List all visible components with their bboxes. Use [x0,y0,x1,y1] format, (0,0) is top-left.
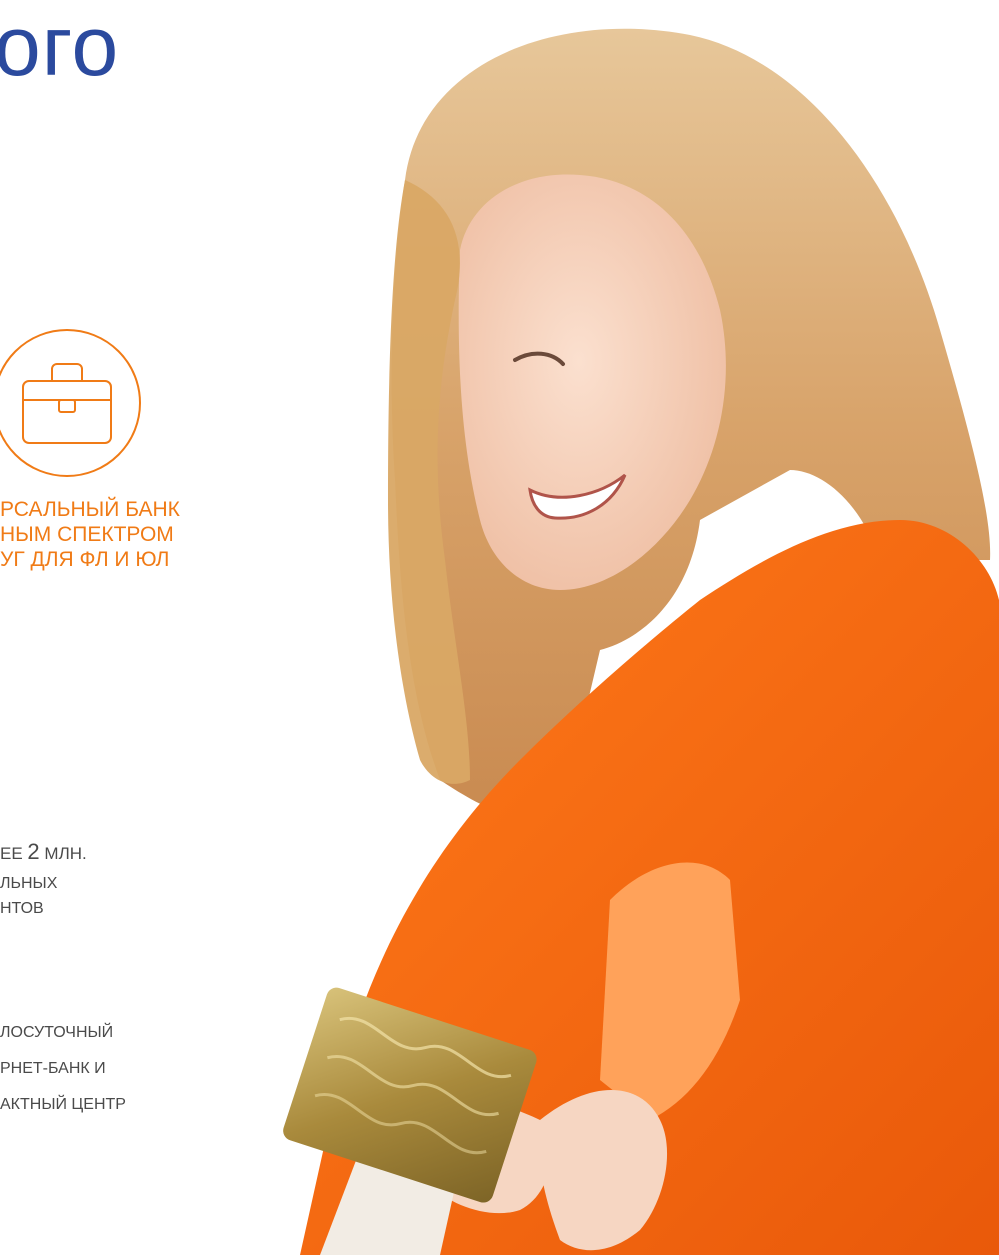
stat-line: лосуточный [0,1024,114,1041]
stat-number: 2 [27,839,40,864]
stat-support: лосуточный рнет-банк и актный центр [0,1015,126,1123]
stat-clients: ее 2 млн. льных нтов [0,835,87,921]
stat-line: нтов [0,900,44,917]
page-headline: ого [0,0,120,93]
stat-line: рнет-банк и [0,1060,106,1077]
stat-unit: млн. [44,844,87,863]
woman-with-card-photo [160,0,999,1255]
stat-prefix: ее [0,844,23,863]
briefcase-icon [0,318,152,488]
stat-line: актный центр [0,1096,126,1113]
stat-line: льных [0,875,58,892]
